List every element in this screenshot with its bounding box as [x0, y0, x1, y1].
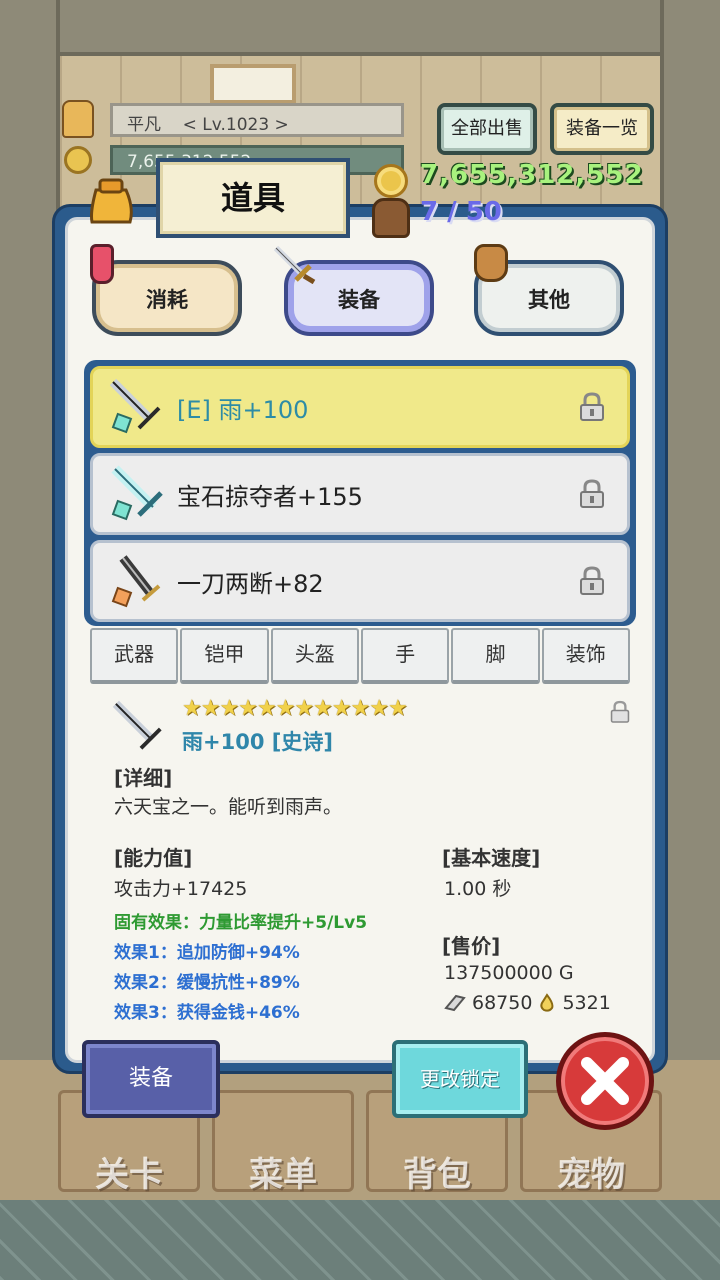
sell-price: 137500000 G	[444, 962, 574, 984]
price-section-label: [售价]	[442, 934, 501, 958]
change-lock-button[interactable]: 更改锁定	[392, 1040, 528, 1118]
close-icon	[581, 1057, 629, 1105]
gem-looter-sword-icon	[111, 465, 163, 521]
panel-title: 道具	[156, 158, 350, 238]
drop-amount: 5321	[562, 992, 611, 1014]
rain-sword-icon	[109, 378, 161, 434]
equipment-list-button[interactable]: 装备一览	[550, 103, 654, 155]
inherent-effect: 固有效果：力量比率提升+5/Lv5	[114, 913, 368, 933]
item-list: [E] 雨+100 宝石掠夺者+155 一刀两断+82	[84, 360, 636, 626]
equipment-slot-tabs: 武器 铠甲 头盔 手 脚 装饰	[90, 628, 630, 684]
ore-amount: 68750	[472, 992, 533, 1014]
rain-sword-icon	[112, 700, 162, 750]
background-pillar-left	[0, 0, 60, 1200]
tab-armor[interactable]: 铠甲	[180, 628, 269, 684]
detail-lock-icon[interactable]	[610, 700, 630, 724]
cleaver-sword-icon	[111, 555, 161, 608]
speed-section-label: [基本速度]	[442, 846, 541, 870]
tab-weapon[interactable]: 武器	[90, 628, 179, 684]
effect-2: 效果2：缓慢抗性+89%	[114, 973, 300, 993]
player-level: < Lv.1023 >	[182, 115, 289, 135]
potion-icon	[90, 244, 114, 284]
attack-stat: 攻击力+17425	[114, 878, 248, 900]
tab-hand[interactable]: 手	[360, 628, 450, 684]
rarity-stars: ★★★★★★★★★★★★	[182, 696, 408, 721]
stats-section-label: [能力值]	[114, 846, 193, 870]
sell-all-button[interactable]: 全部出售	[437, 103, 537, 155]
close-button[interactable]	[556, 1032, 654, 1130]
player-avatar-icon	[62, 100, 94, 138]
gold-coin-icon	[374, 164, 408, 198]
bag-capacity: 7 / 50	[420, 197, 502, 227]
player-name: 平凡	[127, 115, 161, 135]
lock-icon[interactable]	[579, 479, 605, 509]
list-item[interactable]: 一刀两断+82	[90, 540, 630, 622]
tab-accessory[interactable]: 装饰	[541, 628, 630, 684]
tab-helmet[interactable]: 头盔	[270, 628, 359, 684]
equip-button[interactable]: 装备	[82, 1040, 220, 1118]
coin-icon	[64, 146, 92, 174]
background-window	[210, 64, 296, 104]
drop-icon	[540, 993, 554, 1012]
ore-icon	[444, 994, 466, 1012]
item-detail: ★★★★★★★★★★★★ 雨+100 [史诗] [详细] 六天宝之一。能听到雨声…	[112, 696, 636, 1036]
item-name: 宝石掠夺者+155	[177, 482, 363, 511]
detail-section-label: [详细]	[114, 766, 173, 790]
item-description: 六天宝之一。能听到雨声。	[114, 796, 343, 818]
bag-icon	[90, 178, 133, 224]
item-name: [E] 雨+100	[177, 395, 309, 424]
lock-icon[interactable]	[579, 392, 605, 422]
material-values: 68750 5321	[444, 992, 611, 1014]
item-title: 雨+100 [史诗]	[182, 730, 333, 754]
list-item[interactable]: [E] 雨+100	[90, 366, 630, 448]
list-item[interactable]: 宝石掠夺者+155	[90, 453, 630, 535]
pouch-icon	[474, 244, 508, 282]
gold-amount: 7,655,312,552	[420, 160, 644, 190]
tab-foot[interactable]: 脚	[451, 628, 540, 684]
player-info-bar: 平凡 < Lv.1023 >	[110, 103, 404, 137]
base-speed: 1.00 秒	[444, 878, 512, 900]
tab-consumables[interactable]: 消耗	[92, 260, 242, 336]
effect-1: 效果1：追加防御+94%	[114, 943, 300, 963]
background-floor	[0, 1200, 720, 1280]
lock-icon[interactable]	[579, 566, 605, 596]
background-beam	[0, 0, 720, 56]
backpack-icon	[372, 198, 410, 238]
effect-3: 效果3：获得金钱+46%	[114, 1003, 300, 1023]
nav-menu[interactable]: 菜单	[212, 1090, 354, 1195]
item-name: 一刀两断+82	[177, 569, 324, 598]
background-pillar-right	[660, 0, 720, 1200]
sword-icon	[273, 246, 316, 284]
